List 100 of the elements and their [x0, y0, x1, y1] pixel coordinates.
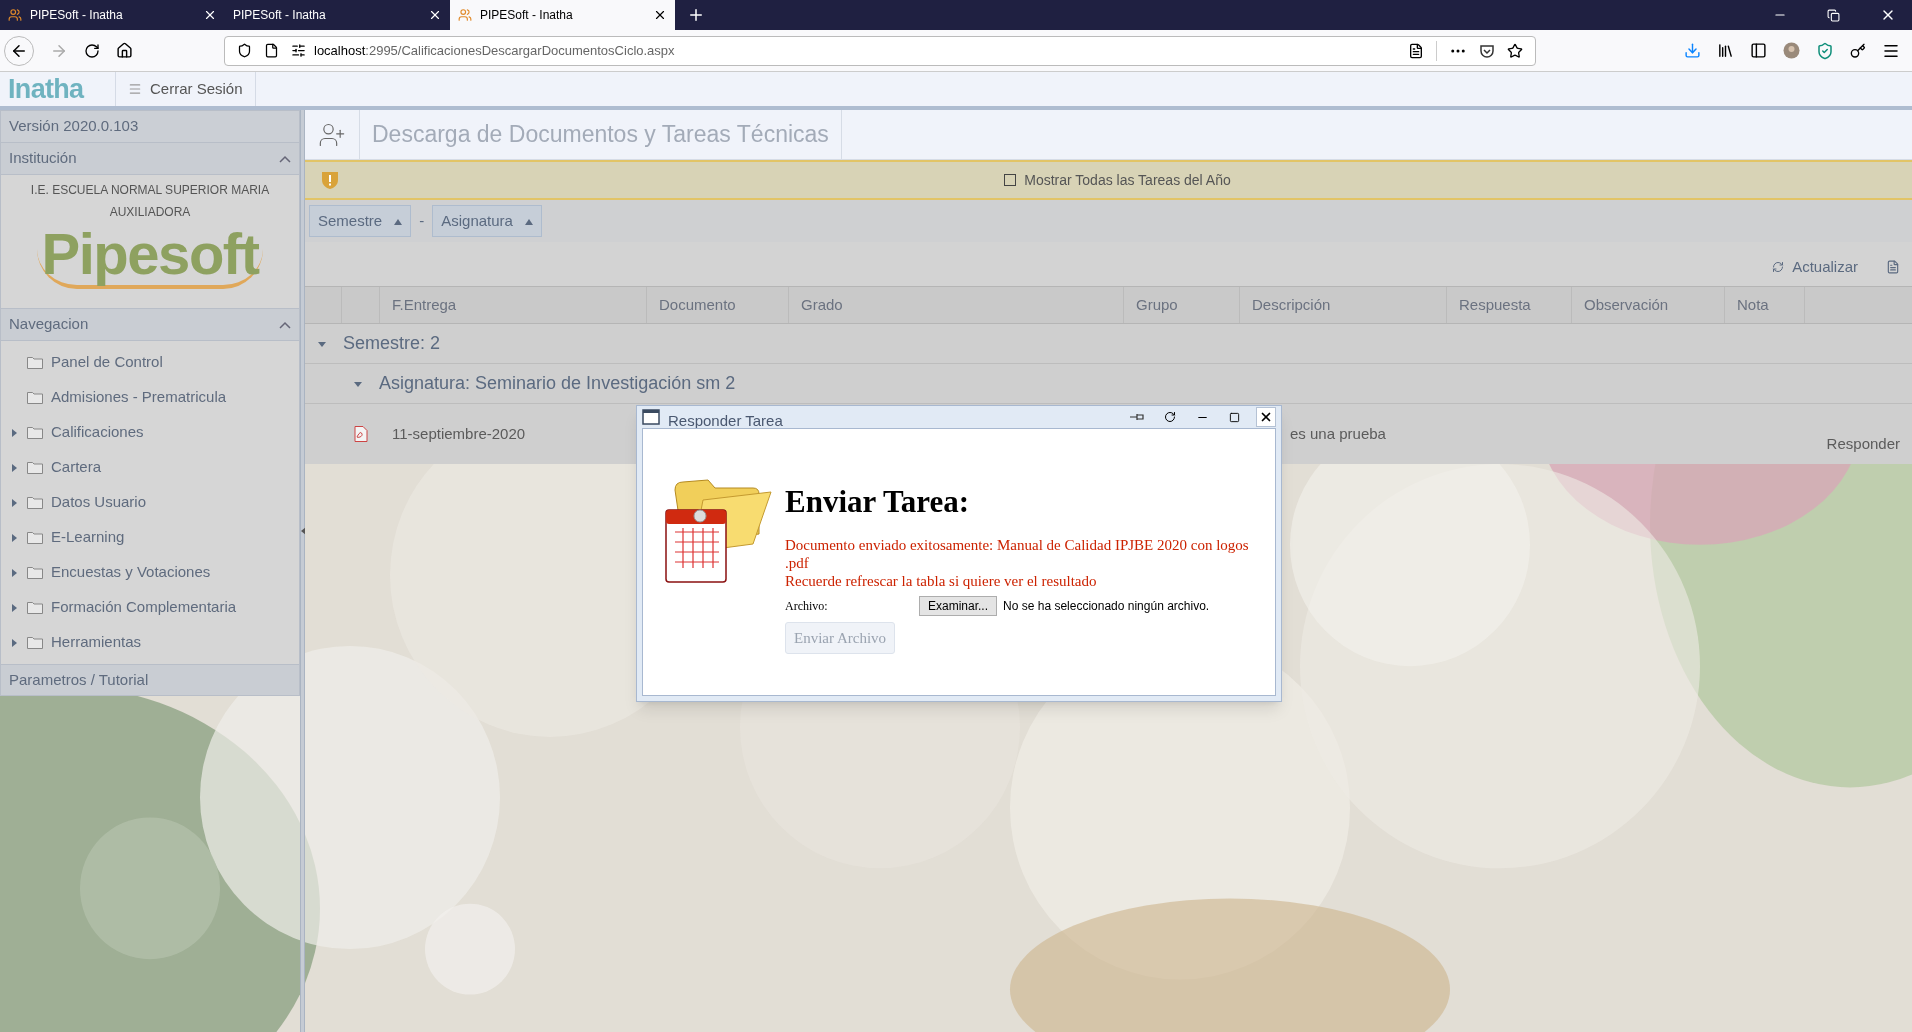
- column-header[interactable]: Grupo: [1124, 287, 1240, 323]
- download-icon[interactable]: [1684, 42, 1701, 59]
- key-icon[interactable]: [1850, 42, 1866, 59]
- tab-title: PIPESoft - Inatha: [30, 7, 124, 24]
- reload-icon[interactable]: [1164, 411, 1176, 423]
- close-icon[interactable]: [653, 8, 667, 22]
- nav-item[interactable]: E-Learning: [51, 526, 125, 549]
- column-header[interactable]: Grado: [789, 287, 1124, 323]
- institution-name: I.E. ESCUELA NORMAL SUPERIOR MARIA AUXILIADORA: [29, 182, 271, 221]
- expand-arrow-icon[interactable]: [9, 427, 19, 438]
- close-icon[interactable]: [428, 8, 442, 22]
- logout-button[interactable]: Cerrar Sesión: [115, 72, 256, 106]
- folder-icon: [27, 461, 43, 474]
- menu-icon: [128, 82, 142, 96]
- library-icon[interactable]: [1717, 42, 1734, 59]
- pin-icon[interactable]: [1130, 412, 1144, 422]
- group-label: Semestre: 2: [343, 332, 441, 355]
- group-label: Asignatura: Seminario de Investigación sm 2: [379, 372, 736, 395]
- group-chip[interactable]: Asignatura: [432, 205, 542, 237]
- permissions-icon[interactable]: [291, 43, 306, 58]
- browser-tab[interactable]: PIPESoft - Inatha: [450, 0, 675, 30]
- pdf-export-icon[interactable]: [1886, 260, 1900, 274]
- expand-arrow-icon[interactable]: [9, 567, 19, 578]
- institution-logo: Pipesoft: [37, 223, 263, 289]
- column-header[interactable]: Nota: [1725, 287, 1805, 323]
- close-icon: [1259, 410, 1273, 424]
- file-label: Archivo:: [785, 598, 829, 615]
- nav-item[interactable]: Herramientas: [51, 631, 142, 654]
- shield-check-icon[interactable]: [1816, 41, 1834, 60]
- refresh-button[interactable]: Actualizar: [1772, 255, 1858, 278]
- sidebar-footer[interactable]: Parametros / Tutorial: [1, 665, 299, 695]
- new-tab-icon[interactable]: [687, 6, 705, 24]
- nav-item[interactable]: Calificaciones: [51, 421, 144, 444]
- expand-arrow-icon[interactable]: [9, 532, 19, 543]
- status-message: Recuerde refrescar la tabla si quiere ver el resultado: [785, 572, 1098, 590]
- sort-arrow-icon: [524, 217, 533, 225]
- nav-item[interactable]: Cartera: [51, 456, 102, 479]
- column-header[interactable]: F.Entrega: [380, 287, 647, 323]
- folder-icon: [27, 391, 43, 404]
- section-header[interactable]: Navegacion: [1, 309, 299, 341]
- column-header[interactable]: Descripción: [1240, 287, 1447, 323]
- chip-separator: -: [418, 210, 426, 231]
- close-button[interactable]: [1256, 407, 1276, 427]
- reader-icon[interactable]: [1408, 42, 1424, 59]
- folder-icon: [27, 566, 43, 579]
- sort-arrow-icon: [394, 217, 403, 225]
- nav-item[interactable]: Formación Complementaria: [51, 596, 237, 619]
- nav-item[interactable]: Datos Usuario: [51, 491, 147, 514]
- shield-warning-icon: [321, 170, 339, 190]
- dialog-title: Responder Tarea: [668, 410, 784, 431]
- avatar-icon[interactable]: [1783, 42, 1800, 59]
- home-icon[interactable]: [116, 42, 133, 59]
- checkbox-label[interactable]: Mostrar Todas las Tareas del Año: [1024, 169, 1231, 191]
- url-text: localhost:2995/CalificacionesDescargarDocumentosCiclo.aspx: [314, 41, 676, 60]
- file-status: No se ha seleccionado ningún archivo.: [1003, 598, 1210, 615]
- star-icon[interactable]: [1507, 42, 1523, 59]
- folder-icon: [27, 601, 43, 614]
- group-chip[interactable]: Semestre: [309, 205, 412, 237]
- browser-tab[interactable]: PIPESoft - Inatha: [0, 0, 225, 30]
- column-header[interactable]: Respuesta: [1447, 287, 1572, 323]
- table-cell-text: 11-septiembre-2020: [391, 423, 527, 444]
- pdf-file-icon[interactable]: [354, 426, 368, 442]
- respond-link[interactable]: Responder: [1826, 412, 1912, 456]
- folder-icon: [27, 356, 43, 369]
- restore-icon[interactable]: [1827, 8, 1840, 22]
- column-header[interactable]: Documento: [647, 287, 789, 323]
- app-logo[interactable]: Inatha: [0, 72, 115, 106]
- expand-arrow-icon[interactable]: [9, 462, 19, 473]
- column-header[interactable]: Observación: [1572, 287, 1725, 323]
- refresh-icon: [1772, 260, 1785, 273]
- folder-icon: [27, 496, 43, 509]
- folder-icon: [27, 636, 43, 649]
- status-message: Documento enviado exitosamente: Manual de Calidad IPJBE 2020 con logos .pdf: [785, 536, 1250, 572]
- nav-item[interactable]: Panel de Control: [51, 351, 163, 374]
- maximize-icon[interactable]: [1229, 411, 1240, 423]
- reload-icon[interactable]: [84, 42, 100, 59]
- shield-icon[interactable]: [237, 43, 252, 58]
- expand-arrow-icon[interactable]: [9, 497, 19, 508]
- dialog-heading: Enviar Tarea:: [785, 484, 971, 520]
- expand-arrow-icon[interactable]: [9, 637, 19, 648]
- expand-arrow-icon[interactable]: [9, 602, 19, 613]
- folder-icon: [27, 531, 43, 544]
- window-icon: [642, 409, 660, 425]
- pocket-icon[interactable]: [1479, 42, 1495, 59]
- page-title: Descarga de Documentos y Tareas Técnicas: [360, 110, 842, 159]
- nav-item[interactable]: Admisiones - Prematricula: [51, 386, 227, 409]
- folder-icon: [27, 426, 43, 439]
- checkbox[interactable]: [1004, 174, 1017, 186]
- section-header[interactable]: Institución: [1, 143, 299, 175]
- browser-tab[interactable]: PIPESoft - Inatha: [225, 0, 450, 30]
- address-bar[interactable]: localhost:2995/CalificacionesDescargarDocumentosCiclo.aspx: [224, 35, 1536, 66]
- close-icon[interactable]: [203, 8, 217, 22]
- tab-title: PIPESoft - Inatha: [233, 7, 327, 24]
- page-icon: [264, 43, 279, 58]
- send-file-button: Enviar Archivo: [785, 622, 896, 654]
- nav-item[interactable]: Encuestas y Votaciones: [51, 561, 211, 584]
- tab-title: PIPESoft - Inatha: [480, 7, 574, 24]
- browse-button[interactable]: Examinar...: [919, 596, 998, 616]
- sidebar-icon[interactable]: [1750, 42, 1767, 59]
- table-cell-text: es una prueba: [1289, 423, 1387, 444]
